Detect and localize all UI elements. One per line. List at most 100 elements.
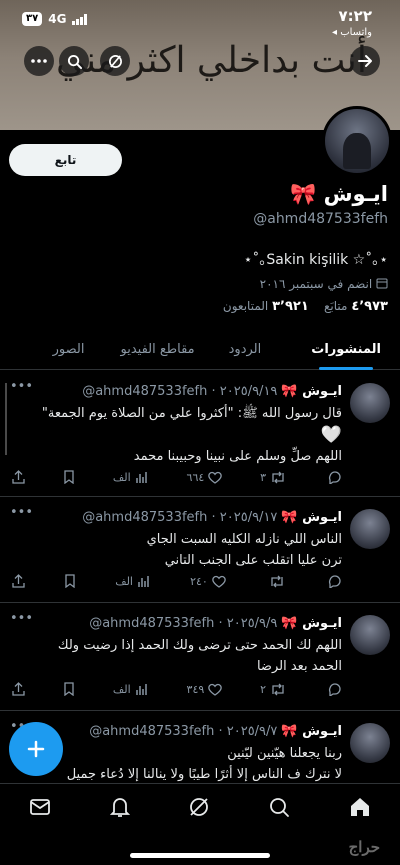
tweet-avatar[interactable]	[350, 723, 390, 763]
bell-icon	[109, 797, 130, 817]
tweet-more-icon[interactable]: •••	[10, 505, 33, 520]
profile-joined: انضم في سبتمبر ٢٠١٦	[12, 277, 388, 291]
calendar-icon	[376, 278, 388, 289]
share-button[interactable]	[12, 574, 25, 588]
battery-icon: ٣٧	[22, 12, 43, 26]
tab-photos[interactable]: الصور	[53, 336, 85, 369]
retweet-button[interactable]	[265, 575, 285, 588]
tweet-meta: @ahmd487533fefh · ٢٠٢٥/٩/١٧	[82, 509, 278, 525]
tweet-item[interactable]: ايـوش 🎀 @ahmd487533fefh · ٢٠٢٥/٩/١٩ ••• …	[0, 371, 400, 497]
back-button[interactable]	[350, 46, 380, 76]
tweet-actions: ٢٤٠ الف	[12, 571, 342, 591]
tweet-line: الناس اللي نازله الكليه السبت الجاي	[146, 532, 342, 547]
share-icon	[12, 574, 25, 588]
status-bar: ٧:٢٢ ◂ واتساب ٣٧ 4G	[0, 0, 400, 44]
bookmark-button[interactable]	[63, 470, 75, 484]
home-indicator[interactable]	[130, 853, 270, 858]
followers-count: ٣٬٩٢١	[272, 299, 309, 314]
tweet-text: قال رسول الله ﷺ: "أكثروا علي من الصلاة ي…	[10, 403, 342, 467]
share-icon	[12, 682, 25, 696]
grok-button[interactable]	[100, 46, 130, 76]
share-button[interactable]	[12, 470, 25, 484]
tweet-line: ترن عليا اتقلب على الجنب التاني	[164, 553, 342, 568]
like-count: ٣٤٩	[186, 682, 205, 696]
status-time: ٧:٢٢	[338, 7, 372, 25]
signal-icon	[72, 13, 88, 25]
grok-icon	[108, 54, 122, 68]
bookmark-icon	[64, 470, 74, 484]
compose-button[interactable]	[9, 722, 63, 776]
share-button[interactable]	[12, 682, 25, 696]
tweet-avatar[interactable]	[350, 615, 390, 655]
like-count: ٦٦٤	[186, 470, 205, 484]
heart-icon	[208, 471, 223, 484]
tweet-line: قال رسول الله ﷺ: "أكثروا علي من الصلاة ي…	[41, 406, 342, 421]
tab-posts[interactable]: المنشورات	[311, 336, 381, 370]
tweet-more-icon[interactable]: •••	[10, 611, 33, 626]
retweet-button[interactable]: ٢	[260, 683, 286, 696]
tweet-header: ايـوش 🎀 @ahmd487533fefh · ٢٠٢٥/٩/٩	[10, 613, 342, 633]
search-button[interactable]	[59, 46, 89, 76]
search-icon	[270, 797, 290, 817]
retweet-button[interactable]: ٣	[260, 471, 286, 484]
like-button[interactable]: ٣٤٩	[187, 683, 223, 696]
profile-avatar[interactable]	[322, 106, 392, 176]
back-arrow-icon	[358, 55, 372, 67]
following-count: ٤٬٩٧٣	[351, 299, 388, 314]
tweet-author-name: ايـوش 🎀	[281, 383, 342, 399]
reply-button[interactable]	[324, 470, 342, 484]
heart-icon	[212, 575, 226, 588]
following-stat[interactable]: ٤٬٩٧٣ متابَع	[324, 299, 388, 314]
reply-button[interactable]	[324, 574, 342, 588]
reply-icon	[328, 575, 341, 588]
views-button[interactable]: الف	[113, 683, 149, 696]
tab-videos[interactable]: مقاطع الفيديو	[121, 336, 195, 369]
tweet-header: ايـوش 🎀 @ahmd487533fefh · ٢٠٢٥/٩/١٧	[10, 507, 342, 527]
watermark: حراج	[348, 838, 380, 856]
tweet-avatar[interactable]	[350, 383, 390, 423]
reply-icon	[328, 471, 341, 484]
tweet-actions: ٢ ٣٤٩ الف	[12, 679, 342, 699]
share-icon	[12, 470, 25, 484]
tweet-item[interactable]: ايـوش 🎀 @ahmd487533fefh · ٢٠٢٥/٩/١٧ ••• …	[0, 497, 400, 603]
retweet-count: ٣	[260, 470, 267, 484]
bookmark-button[interactable]	[63, 682, 75, 696]
nav-messages[interactable]	[29, 798, 51, 820]
like-button[interactable]: ٢٤٠	[190, 575, 226, 588]
more-options-button[interactable]	[24, 46, 54, 76]
like-button[interactable]: ٦٦٤	[187, 471, 223, 484]
tweet-item[interactable]: ايـوش 🎀 @ahmd487533fefh · ٢٠٢٥/٩/٩ ••• ا…	[0, 603, 400, 711]
nav-home[interactable]	[349, 796, 371, 822]
following-label: متابَع	[324, 299, 348, 313]
views-icon	[138, 575, 149, 587]
tweet-meta: @ahmd487533fefh · ٢٠٢٥/٩/٩	[89, 615, 278, 631]
nav-notifications[interactable]	[109, 796, 130, 822]
tab-replies[interactable]: الردود	[229, 336, 262, 369]
tweet-meta: @ahmd487533fefh · ٢٠٢٥/٩/١٩	[82, 383, 278, 399]
bookmark-icon	[65, 574, 75, 588]
tweet-more-icon[interactable]: •••	[10, 379, 33, 394]
bookmark-button[interactable]	[64, 574, 76, 588]
tweet-line: 🤍	[320, 425, 342, 445]
views-count: الف	[115, 574, 133, 588]
heart-icon	[208, 683, 223, 696]
nav-search[interactable]	[268, 796, 290, 822]
search-icon	[67, 54, 82, 69]
tweet-text: الناس اللي نازله الكليه السبت الجاي ترن …	[10, 529, 342, 571]
views-button[interactable]: الف	[113, 471, 149, 484]
follow-button[interactable]: تابع	[9, 144, 122, 176]
tweet-line: الحمد بعد الرضا	[256, 659, 342, 674]
nav-grok[interactable]	[188, 796, 210, 822]
reply-button[interactable]	[324, 682, 342, 696]
back-to-app-link[interactable]: ◂ واتساب	[332, 27, 372, 38]
tweet-actions: ٣ ٦٦٤ الف	[12, 467, 342, 487]
retweet-icon	[272, 683, 284, 695]
profile-name: ايـوش 🎀	[290, 182, 388, 206]
profile-info: ايـوش 🎀 @ahmd487533fefh ⋆˚｡Sakin kişilik…	[12, 182, 388, 314]
followers-stat[interactable]: ٣٬٩٢١ المتابعون	[223, 299, 309, 314]
more-icon	[31, 59, 47, 63]
views-button[interactable]: الف	[115, 575, 151, 588]
tweet-avatar[interactable]	[350, 509, 390, 549]
views-icon	[135, 471, 147, 483]
tweet-meta: @ahmd487533fefh · ٢٠٢٥/٩/٧	[89, 723, 278, 739]
